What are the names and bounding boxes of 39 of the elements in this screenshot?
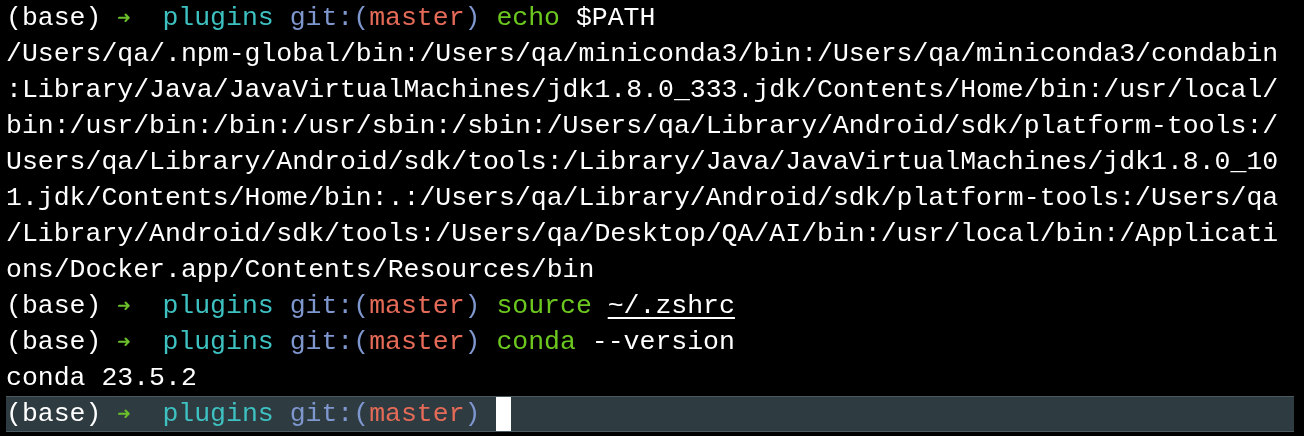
command-argument: --version xyxy=(591,326,735,359)
git-label-close: ) xyxy=(464,290,481,323)
env-name: (base) xyxy=(6,290,102,323)
command-argument: ~/.zshrc xyxy=(607,290,735,323)
git-label: git:( xyxy=(289,290,370,323)
output-line: ons/Docker.app/Contents/Resources/bin xyxy=(6,254,596,287)
prompt-arrow: ➜ xyxy=(117,328,131,356)
branch-name: master xyxy=(369,326,465,359)
command-argument: $PATH xyxy=(575,2,656,35)
command: conda xyxy=(496,326,576,359)
git-label-close: ) xyxy=(464,398,481,431)
command: source xyxy=(496,290,592,323)
output-line: /Library/Android/sdk/tools:/Users/qa/Desktop/QA/AI/bin:/usr/local/bin:/Applicati xyxy=(6,218,1280,251)
branch-name: master xyxy=(369,2,465,35)
directory-name: plugins xyxy=(162,398,274,431)
env-name: (base) xyxy=(6,398,102,431)
output-line: Users/qa/Library/Android/sdk/tools:/Library/Java/JavaVirtualMachines/jdk1.8.0_10 xyxy=(6,146,1280,179)
git-label-close: ) xyxy=(464,326,481,359)
branch-name: master xyxy=(369,290,465,323)
output-line: :Library/Java/JavaVirtualMachines/jdk1.8.0_333.jdk/Contents/Home/bin:/usr/local/ xyxy=(6,74,1280,107)
prompt-arrow: ➜ xyxy=(117,4,131,32)
text-cursor xyxy=(496,397,512,431)
git-label: git:( xyxy=(289,326,370,359)
output-line: /Users/qa/.npm-global/bin:/Users/qa/miniconda3/bin:/Users/qa/miniconda3/condabin xyxy=(6,38,1280,71)
env-name: (base) xyxy=(6,326,102,359)
output-line: conda 23.5.2 xyxy=(6,362,198,395)
env-name: (base) xyxy=(6,2,102,35)
directory-name: plugins xyxy=(162,2,274,35)
command: echo xyxy=(496,2,560,35)
prompt-arrow: ➜ xyxy=(117,400,131,428)
branch-name: master xyxy=(369,398,465,431)
output-line: 1.jdk/Contents/Home/bin:.:/Users/qa/Library/Android/sdk/platform-tools:/Users/qa xyxy=(6,182,1280,215)
output-line: bin:/usr/bin:/bin:/usr/sbin:/sbin:/Users/qa/Library/Android/sdk/platform-tools:/ xyxy=(6,110,1280,143)
directory-name: plugins xyxy=(162,326,274,359)
git-label: git:( xyxy=(289,2,370,35)
git-label-close: ) xyxy=(464,2,481,35)
directory-name: plugins xyxy=(162,290,274,323)
prompt-arrow: ➜ xyxy=(117,292,131,320)
git-label: git:( xyxy=(289,398,370,431)
